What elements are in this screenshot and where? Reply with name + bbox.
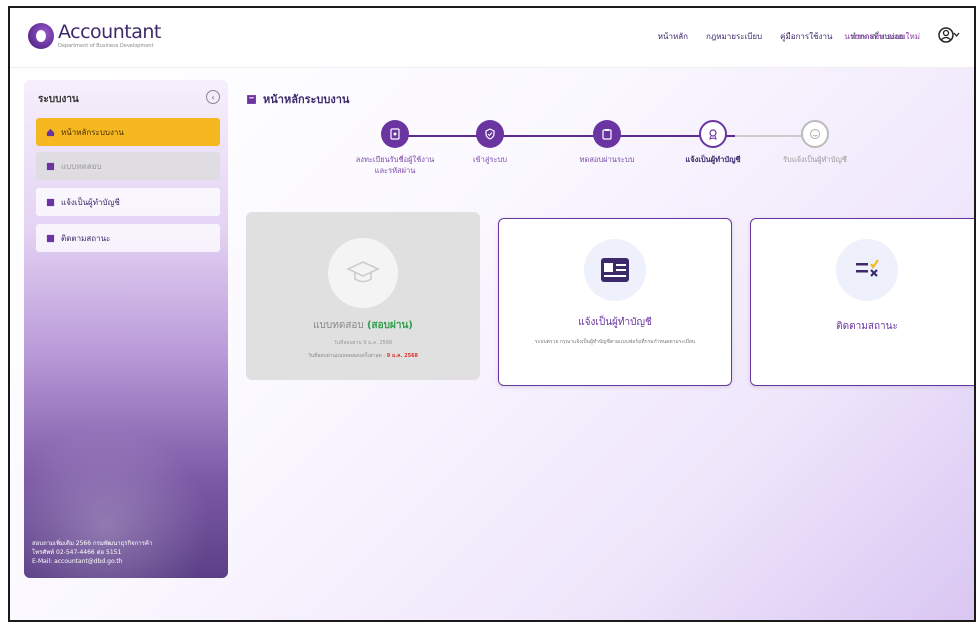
sidebar: ระบบงาน ‹ หน้าหลักระบบงาน แบบทดสอบ แจ้งเ… xyxy=(24,80,228,578)
logo-title: Accountant xyxy=(58,21,161,43)
nav-manual[interactable]: คู่มือการใช้งาน xyxy=(780,30,832,43)
graduation-cap-icon xyxy=(328,238,398,308)
sidebar-item-label: ติดตามสถานะ xyxy=(61,233,111,243)
nav-law[interactable]: กฎหมายระเบียบ xyxy=(706,30,762,43)
step-label: เข้าสู่ระบบ xyxy=(472,155,508,164)
nav-home[interactable]: หน้าหลัก xyxy=(658,30,688,43)
document-icon xyxy=(46,162,55,170)
card-title-text: แบบทดสอบ xyxy=(313,320,364,331)
card-title: แจ้งเป็นผู้ทำบัญชี xyxy=(578,317,652,328)
document-icon xyxy=(247,94,256,104)
sidebar-footer: สอบถามเพิ่มเติม 2566 กรมพัฒนาธุรกิจการค้… xyxy=(32,539,222,566)
card-title: แบบทดสอบ (สอบผ่าน) xyxy=(246,318,480,333)
step-label: ลงทะเบียนรับชื่อผู้ใช้งาน และรหัสผ่าน xyxy=(355,155,435,175)
page-title-text: หน้าหลักระบบงาน xyxy=(263,93,350,106)
sidebar-heading: ระบบงาน xyxy=(38,94,79,105)
home-icon xyxy=(46,128,55,136)
note-date: 9 ม.ค. 2568 xyxy=(386,353,419,359)
footer-line: โทรศัพท์ 02-547-4466 ต่อ 5151 xyxy=(32,549,122,556)
sidebar-item-exam[interactable]: แบบทดสอบ xyxy=(36,152,220,180)
sidebar-item-label: แบบทดสอบ xyxy=(61,161,102,171)
document-icon xyxy=(46,198,55,206)
shield-icon xyxy=(476,120,504,148)
checklist-icon xyxy=(836,239,898,301)
card-register[interactable]: แจ้งเป็นผู้ทำบัญชี ระบบตรวจ กรุณาแจ้งเป็… xyxy=(498,218,732,386)
step-label: รับแจ้งเป็นผู้ทำบัญชี xyxy=(783,155,847,164)
step-notify: แจ้งเป็นผู้ทำบัญชี xyxy=(668,120,758,165)
smile-icon xyxy=(801,120,829,148)
card-exam: แบบทดสอบ (สอบผ่าน) วันที่สอบผ่าน 9 ม.ค. … xyxy=(246,212,480,380)
footer-line: สอบถามเพิ่มเติม 2566 กรมพัฒนาธุรกิจการค้… xyxy=(32,540,153,547)
logo-subtitle: Department of Business Development xyxy=(58,43,154,49)
user-name[interactable]: นายทดสอบ ระบบใหม่ xyxy=(844,30,920,43)
sidebar-item-home[interactable]: หน้าหลักระบบงาน xyxy=(36,118,220,146)
user-avatar-icon xyxy=(938,27,960,43)
step-register: ลงทะเบียนรับชื่อผู้ใช้งาน และรหัสผ่าน xyxy=(350,120,440,176)
sidebar-item-register[interactable]: แจ้งเป็นผู้ทำบัญชี xyxy=(36,188,220,216)
progress-stepper: ลงทะเบียนรับชื่อผู้ใช้งาน และรหัสผ่าน เข… xyxy=(350,120,850,200)
note-prefix: วันที่สอบผ่านแบบทดสอบครั้งล่าสุด : xyxy=(307,353,386,359)
card-subtitle: วันที่สอบผ่าน 9 ม.ค. 2568 xyxy=(333,340,393,346)
id-card-icon xyxy=(584,239,646,301)
step-login: เข้าสู่ระบบ xyxy=(445,120,535,165)
card-note: วันที่สอบผ่านแบบทดสอบครั้งล่าสุด : 9 ม.ค… xyxy=(246,352,480,360)
sidebar-item-label: หน้าหลักระบบงาน xyxy=(61,127,124,137)
sidebar-item-tracking[interactable]: ติดตามสถานะ xyxy=(36,224,220,252)
app-window: Accountant Department of Business Develo… xyxy=(8,6,976,622)
collapse-icon[interactable]: ‹ xyxy=(206,90,220,104)
logo-icon xyxy=(28,22,54,49)
step-label: แจ้งเป็นผู้ทำบัญชี xyxy=(685,155,741,164)
step-exam: ทดสอบผ่านระบบ xyxy=(562,120,652,165)
card-description: ระบบตรวจ กรุณาแจ้งเป็นผู้ทำบัญชีตามแบบฟอ… xyxy=(534,339,696,345)
page-title: หน้าหลักระบบงาน xyxy=(246,90,349,108)
pass-status: (สอบผ่าน) xyxy=(366,320,413,331)
document-icon xyxy=(46,234,55,242)
logo[interactable]: Accountant Department of Business Develo… xyxy=(28,22,161,49)
step-confirm: รับแจ้งเป็นผู้ทำบัญชี xyxy=(770,120,860,165)
card-tracking[interactable]: ติดตามสถานะ xyxy=(750,218,974,386)
card-title: ติดตามสถานะ xyxy=(836,321,898,332)
footer-line: E-Mail: accountant@dbd.go.th xyxy=(32,558,123,565)
sidebar-item-label: แจ้งเป็นผู้ทำบัญชี xyxy=(61,197,120,207)
badge-icon xyxy=(699,120,727,148)
user-menu-button[interactable] xyxy=(938,24,960,46)
register-icon xyxy=(381,120,409,148)
clipboard-icon xyxy=(593,120,621,148)
top-header: Accountant Department of Business Develo… xyxy=(10,8,974,68)
step-label: ทดสอบผ่านระบบ xyxy=(579,155,635,164)
